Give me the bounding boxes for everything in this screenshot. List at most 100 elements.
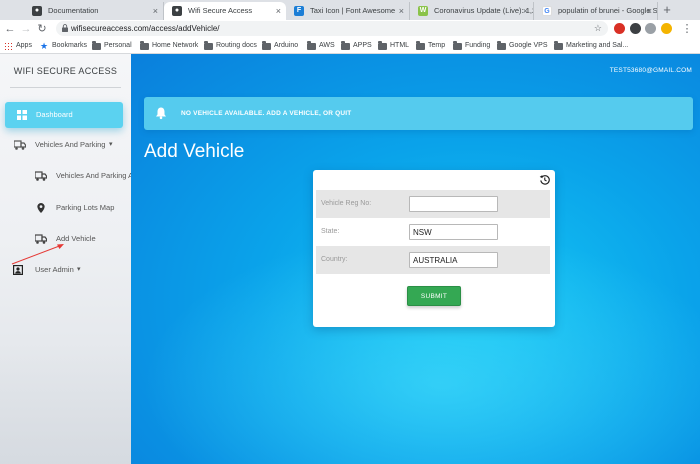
folder-icon [140,41,149,50]
bookmark-bookmarks[interactable]: ★ Bookmarks [40,38,87,54]
user-admin-icon [13,265,23,275]
extension-icon[interactable] [645,23,656,34]
bookmark-marketing[interactable]: Marketing and Sal... [554,38,628,54]
github-icon: ● [172,6,182,16]
vehicle-reg-input[interactable] [409,196,498,212]
folder-icon [341,41,350,50]
adblock-icon[interactable] [614,23,625,34]
bookmark-temp[interactable]: Temp [416,38,445,54]
google-icon: G [542,6,552,16]
history-icon[interactable] [539,174,550,185]
browser-tab-font-awesome[interactable]: F Taxi Icon | Font Awesome × [286,2,410,20]
bookmark-google-vps[interactable]: Google VPS [497,38,548,54]
truck-icon [14,140,26,150]
address-bar[interactable]: wifisecureaccess.com/access/addVehicle/ … [56,21,608,36]
sidebar-item-vehicles-and-parking-ac[interactable]: Vehicles And Parking Ac [0,165,131,187]
alert-banner: NO VEHICLE AVAILABLE. ADD A VEHICLE, OR … [144,97,693,130]
form-row-vehicle-reg: Vehicle Reg No: [316,190,550,218]
folder-icon [416,41,425,50]
bookmark-funding[interactable]: Funding [453,38,490,54]
extension-icon[interactable] [630,23,641,34]
country-label: Country: [321,256,348,263]
folder-icon [262,41,271,50]
form-row-state: State: [316,218,550,246]
divider [10,87,121,88]
dashboard-icon [17,110,27,120]
tab-title: Taxi Icon | Font Awesome [310,6,396,15]
close-icon[interactable]: × [276,2,281,20]
close-icon[interactable]: × [399,2,404,20]
bell-icon [156,107,166,120]
main-content: TEST53680@GMAIL.COM NO VEHICLE AVAILABLE… [131,54,700,464]
tab-title: populatin of brunei - Google S [558,6,658,15]
bookmark-apps[interactable]: Apps [4,38,32,54]
bookmark-html[interactable]: HTML [378,38,409,54]
font-awesome-icon: F [294,6,304,16]
user-email[interactable]: TEST53680@GMAIL.COM [610,67,692,74]
profile-avatar[interactable] [661,23,672,34]
form-row-country: Country: [316,246,550,274]
app-root: WIFI SECURE ACCESS Dashboard Vehicles An… [0,54,700,464]
sidebar-item-label: Parking Lots Map [56,203,115,212]
browser-tab-strip: ● Documentation × ● Wifi Secure Access ×… [0,0,700,20]
folder-icon [497,41,506,50]
vehicle-reg-label: Vehicle Reg No: [321,200,372,207]
tab-title: Documentation [48,6,99,15]
bookmark-home-network[interactable]: Home Network [140,38,198,54]
browser-tab-documentation[interactable]: ● Documentation × [24,2,164,20]
bookmark-star-icon[interactable]: ☆ [594,21,602,36]
folder-icon [307,41,316,50]
apps-grid-icon [4,42,12,50]
url-text: wifisecureaccess.com/access/addVehicle/ [71,24,220,33]
brand-logo-text[interactable]: WIFI SECURE ACCESS [0,66,131,76]
close-icon[interactable]: × [523,2,528,20]
sidebar-item-dashboard[interactable]: Dashboard [5,102,123,128]
bookmark-routing-docs[interactable]: Routing docs [204,38,257,54]
alert-message: NO VEHICLE AVAILABLE. ADD A VEHICLE, OR … [181,110,352,117]
folder-icon [378,41,387,50]
tab-title: Wifi Secure Access [188,6,253,15]
tab-title: Coronavirus Update (Live): 1,2 [434,6,534,15]
sidebar-item-label: User Admin [35,265,74,274]
truck-icon [35,171,47,181]
map-marker-icon [37,203,45,213]
add-vehicle-form: Vehicle Reg No: State: Country: SUBMIT [313,170,555,327]
worldometer-icon: W [418,6,428,16]
browser-tab-google[interactable]: G populatin of brunei - Google S × [534,2,658,20]
folder-icon [554,41,563,50]
sidebar: WIFI SECURE ACCESS Dashboard Vehicles An… [0,54,131,464]
country-input[interactable] [409,252,498,268]
back-button[interactable]: ← [3,21,17,37]
submit-button[interactable]: SUBMIT [407,286,461,306]
forward-button[interactable]: → [19,21,33,37]
folder-icon [453,41,462,50]
star-icon: ★ [40,41,49,51]
sidebar-item-user-admin[interactable]: User Admin ▾ [0,259,131,281]
new-tab-button[interactable]: + [660,2,674,18]
sidebar-item-label: Vehicles And Parking Ac [56,171,131,180]
browser-toolbar: ← → ↻ wifisecureaccess.com/access/addVeh… [0,20,700,38]
close-icon[interactable]: × [647,2,652,20]
bookmarks-bar: Apps ★ Bookmarks Personal Home Network R… [0,38,700,54]
browser-menu-icon[interactable]: ⋮ [680,21,694,37]
folder-icon [92,41,101,50]
state-input[interactable] [409,224,498,240]
browser-tab-wifi-secure-access[interactable]: ● Wifi Secure Access × [164,2,286,20]
bookmark-aws[interactable]: AWS [307,38,335,54]
chevron-down-icon: ▾ [109,141,113,148]
close-icon[interactable]: × [153,2,158,20]
reload-button[interactable]: ↻ [35,21,49,37]
sidebar-item-add-vehicle[interactable]: Add Vehicle [0,228,131,250]
truck-icon [35,234,47,244]
sidebar-item-label: Dashboard [36,110,73,119]
sidebar-item-label: Add Vehicle [56,234,96,243]
browser-tab-coronavirus[interactable]: W Coronavirus Update (Live): 1,2 × [410,2,534,20]
sidebar-item-label: Vehicles And Parking [35,140,106,149]
page-title: Add Vehicle [144,141,245,162]
bookmark-arduino[interactable]: Arduino [262,38,298,54]
sidebar-item-parking-lots-map[interactable]: Parking Lots Map [0,197,131,219]
lock-icon [62,24,68,32]
bookmark-personal[interactable]: Personal [92,38,132,54]
bookmark-apps-folder[interactable]: APPS [341,38,372,54]
sidebar-item-vehicles-and-parking[interactable]: Vehicles And Parking ▾ [0,134,131,156]
